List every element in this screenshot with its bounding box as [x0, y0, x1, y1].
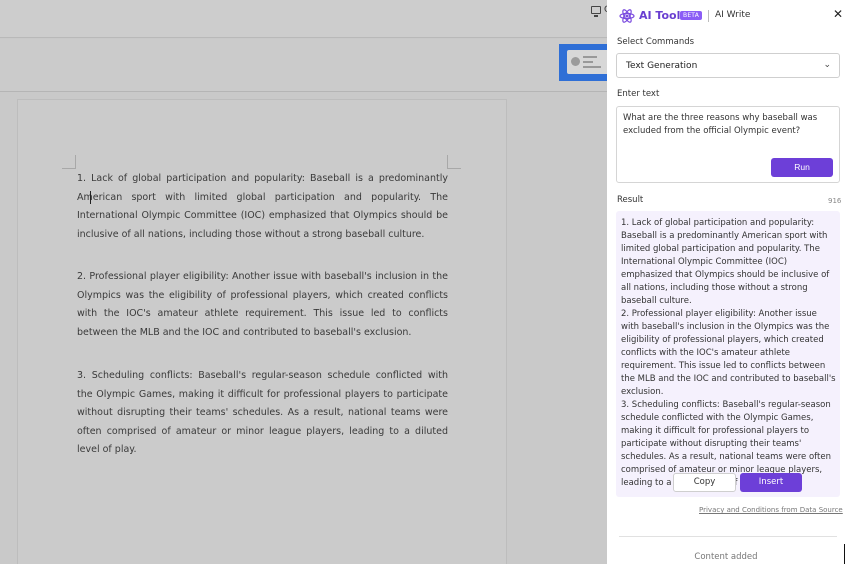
page-margin-mark [62, 155, 76, 169]
result-label: Result [617, 195, 644, 205]
panel-header: AI Tools BETA AI Write ✕ [607, 0, 845, 32]
card-line [583, 56, 597, 58]
panel-divider [619, 536, 837, 537]
copy-button[interactable]: Copy [673, 473, 736, 492]
card-line [583, 61, 593, 63]
status-text: Content added [694, 552, 758, 562]
monitor-icon[interactable] [591, 6, 601, 17]
tab-ai-write[interactable]: AI Write [715, 10, 750, 20]
document-paragraph-1[interactable]: 1. Lack of global participation and popu… [77, 170, 448, 244]
prompt-text: What are the three reasons why baseball … [623, 113, 818, 136]
header-divider [708, 10, 709, 22]
chevron-down-icon: ⌄ [823, 60, 831, 70]
user-card[interactable] [559, 44, 607, 81]
card-line [583, 66, 601, 68]
character-count: 916 [828, 197, 842, 205]
insert-button[interactable]: Insert [740, 473, 802, 492]
document-paragraph-2[interactable]: 2. Professional player eligibility: Anot… [77, 268, 448, 342]
privacy-link[interactable]: Privacy and Conditions from Data Source [699, 506, 843, 514]
select-commands-label: Select Commands [617, 37, 695, 47]
document-paragraph-3[interactable]: 3. Scheduling conflicts: Baseball's regu… [77, 367, 448, 460]
command-select[interactable]: Text Generation ⌄ [616, 53, 840, 78]
enter-text-label: Enter text [617, 89, 660, 99]
close-icon[interactable]: ✕ [833, 7, 843, 21]
command-select-value: Text Generation [626, 61, 698, 71]
text-caret [90, 191, 91, 204]
avatar [571, 57, 580, 66]
beta-badge: BETA [680, 11, 703, 20]
result-box: 1. Lack of global participation and popu… [616, 211, 840, 497]
page-margin-mark [447, 155, 461, 169]
run-button[interactable]: Run [771, 158, 833, 177]
result-text[interactable]: 1. Lack of global participation and popu… [621, 217, 837, 490]
user-card-body [567, 50, 607, 74]
top-bar [0, 0, 607, 38]
atom-icon [619, 9, 635, 23]
editor-toolbar [0, 39, 607, 92]
ai-tools-panel: AI Tools BETA AI Write ✕ Select Commands… [607, 0, 845, 564]
